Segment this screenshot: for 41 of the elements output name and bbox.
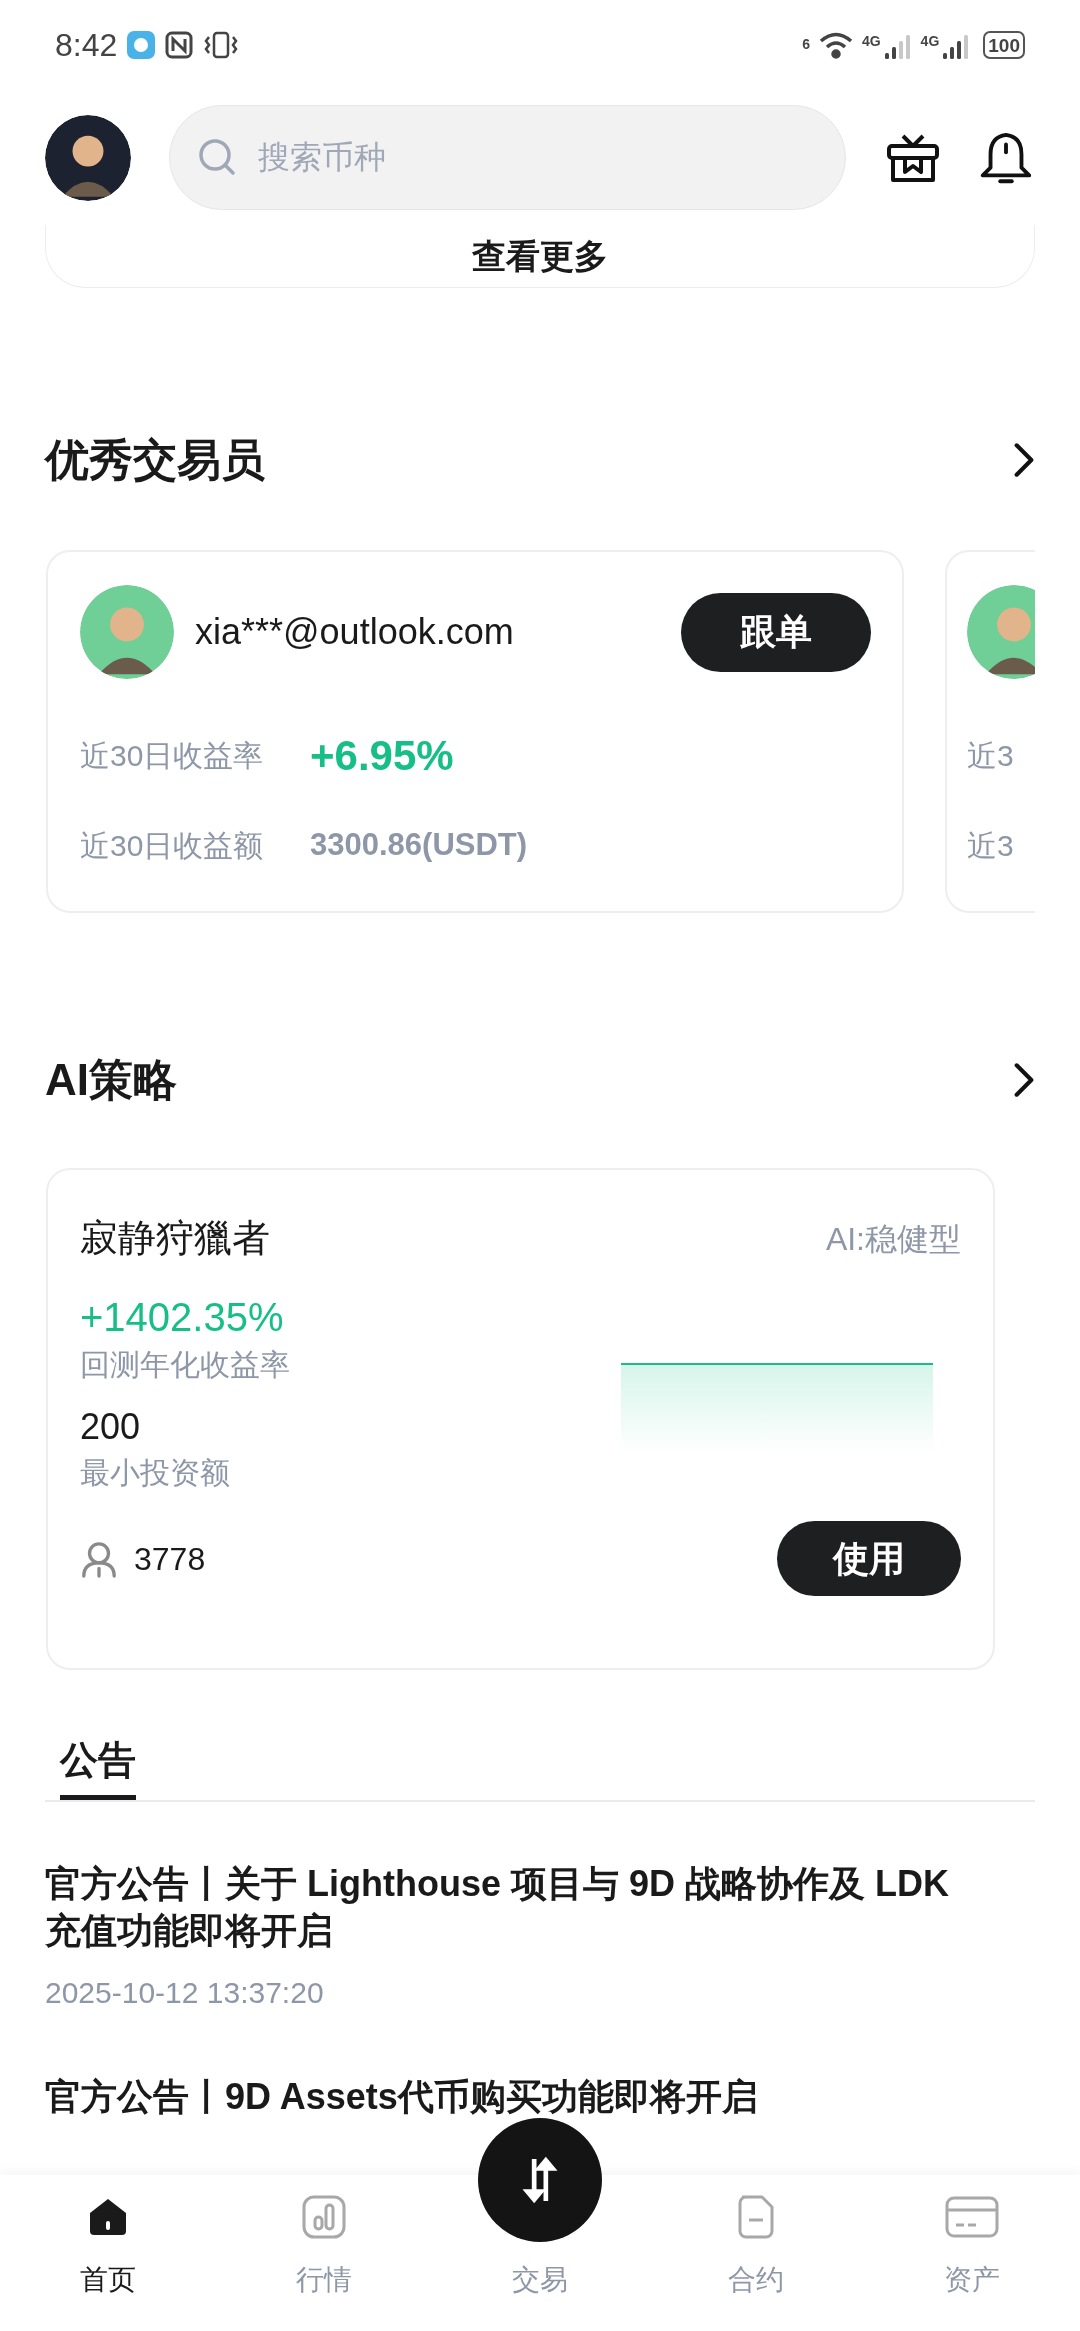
- strategy-type: AI:稳健型: [825, 1219, 961, 1259]
- announcement-date: 2025-10-12 13:37:20: [45, 1975, 325, 2011]
- strategy-card[interactable]: 寂静狩獵者 AI:稳健型 +1402.35% 回测年化收益率 200 最小投资额 3778 使用: [46, 1168, 995, 1670]
- annual-return: +1402.35%: [80, 1294, 285, 1341]
- network-label: 4G: [920, 32, 940, 51]
- battery-indicator: 100: [983, 31, 1025, 59]
- nav-tab[interactable]: 首页: [0, 2175, 216, 2331]
- min-investment: 200: [80, 1405, 142, 1449]
- return-rate: +6.95%: [310, 730, 454, 781]
- app-icon: [127, 31, 156, 59]
- trader-email: xia***@outlook.com: [195, 610, 515, 654]
- user-count: 3778: [134, 1539, 206, 1579]
- status-time: 8:42: [55, 26, 118, 65]
- stat-label: 最小投资额: [80, 1455, 231, 1491]
- stat-label: 近3: [967, 737, 1014, 774]
- wifi-label: 6: [802, 35, 810, 54]
- announcement-title[interactable]: 官方公告丨9D Assets代币购买功能即将开启: [45, 2073, 1035, 2120]
- nfc-icon: [165, 31, 194, 59]
- search-field[interactable]: 搜索币种: [169, 105, 846, 210]
- announcement-tab[interactable]: 公告: [60, 1732, 136, 1800]
- network-label: 4G: [861, 32, 881, 51]
- stat-label: 近3: [967, 827, 1014, 864]
- search-icon: [197, 137, 237, 177]
- chevron-right-icon[interactable]: [1013, 441, 1035, 479]
- wifi-icon: [817, 30, 854, 60]
- copy-trade-button[interactable]: 跟单: [681, 592, 871, 672]
- stat-label: 近30日收益额: [80, 827, 265, 864]
- use-button[interactable]: 使用: [777, 1521, 961, 1596]
- chevron-right-icon[interactable]: [1013, 1061, 1035, 1099]
- announcement-title[interactable]: 官方公告丨关于 Lighthouse 项目与 9D 战略协作及 LDK 充值功能即将开启: [45, 1860, 1035, 1954]
- section-title: 优秀交易员: [45, 434, 265, 486]
- section-title: AI策略: [45, 1054, 177, 1106]
- strategy-name: 寂静狩獵者: [80, 1216, 270, 1261]
- vibrate-icon: [203, 31, 240, 59]
- trader-card[interactable]: xia***@outlook.com 跟单 近30日收益率 +6.95% 近30日收益额 3300.86(USDT): [46, 550, 904, 913]
- user-icon: [80, 1539, 118, 1578]
- stat-label: 近30日收益率: [80, 737, 265, 774]
- bar-chart-icon: [300, 2193, 348, 2241]
- view-more-button[interactable]: 查看更多: [472, 230, 608, 282]
- return-amount: 3300.86(USDT): [310, 825, 528, 864]
- stat-label: 回测年化收益率: [80, 1347, 290, 1383]
